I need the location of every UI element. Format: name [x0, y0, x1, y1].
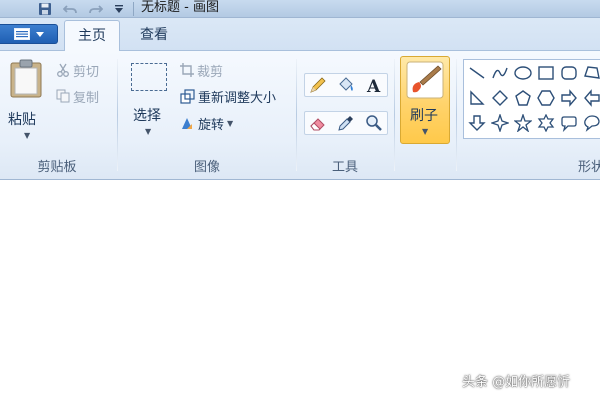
- window-title: 无标题 - 画图: [141, 0, 219, 15]
- left-arrow-shape[interactable]: [581, 87, 600, 109]
- chevron-down-icon: ▼: [145, 127, 152, 136]
- group-separator: [394, 59, 395, 171]
- select-button[interactable]: 选择 ▼: [128, 61, 168, 143]
- four-point-star-shape[interactable]: [489, 112, 511, 134]
- cut-label: 剪切: [73, 64, 100, 80]
- resize-label: 重新调整大小: [198, 90, 277, 106]
- rotate-label: 旋转: [198, 117, 225, 133]
- crop-button[interactable]: 裁剪: [180, 60, 223, 80]
- brushes-label: 刷子: [410, 108, 438, 124]
- hexagon-shape[interactable]: [535, 87, 557, 109]
- five-point-star-shape[interactable]: [512, 112, 534, 134]
- tab-view[interactable]: 查看: [124, 20, 184, 50]
- oval-shape[interactable]: [512, 62, 534, 84]
- paint-menu-icon: [13, 28, 30, 40]
- scissors-icon: [57, 63, 69, 77]
- clipboard-icon: [10, 59, 42, 98]
- app-menu-button[interactable]: [0, 24, 58, 44]
- save-icon[interactable]: [36, 0, 54, 17]
- pencil-icon[interactable]: [306, 73, 329, 96]
- polygon-shape[interactable]: [581, 62, 600, 84]
- shapes-gallery: [463, 59, 600, 139]
- clipboard-group-label: 剪贴板: [37, 160, 77, 175]
- pentagon-shape[interactable]: [512, 87, 534, 109]
- triangle-shape[interactable]: [466, 87, 488, 109]
- select-label: 选择: [133, 108, 161, 124]
- down-arrow-shape[interactable]: [466, 112, 488, 134]
- crop-label: 裁剪: [197, 64, 224, 80]
- eraser-icon[interactable]: [306, 111, 329, 134]
- drawing-canvas[interactable]: [0, 181, 600, 400]
- rounded-callout-shape[interactable]: [558, 112, 580, 134]
- rotate-button[interactable]: 旋转 ▼: [180, 113, 233, 133]
- oval-callout-shape[interactable]: [581, 112, 600, 134]
- magnifier-icon[interactable]: [362, 111, 385, 134]
- paint-window: 无标题 - 画图 主页 查看 粘贴 ▼ 剪切 复制 剪贴板 选择 ▼ 裁剪 重新…: [0, 0, 600, 400]
- rounded-rectangle-shape[interactable]: [558, 62, 580, 84]
- cut-button[interactable]: 剪切: [56, 60, 99, 80]
- rectangle-shape[interactable]: [535, 62, 557, 84]
- resize-icon: [180, 88, 195, 104]
- title-bar: 无标题 - 画图: [0, 0, 600, 18]
- chevron-down-icon: ▼: [227, 118, 234, 128]
- resize-button[interactable]: 重新调整大小: [180, 86, 276, 106]
- chevron-down-icon[interactable]: [113, 0, 125, 17]
- watermark: 头条 @如你所愿忻: [462, 375, 571, 390]
- shapes-group-label: 形状: [578, 160, 600, 175]
- group-separator: [296, 59, 297, 171]
- brushes-button[interactable]: 刷子 ▼: [400, 56, 450, 144]
- redo-icon[interactable]: [88, 0, 104, 17]
- fill-icon[interactable]: [334, 73, 357, 96]
- group-separator: [117, 59, 118, 171]
- ribbon: 粘贴 ▼ 剪切 复制 剪贴板 选择 ▼ 裁剪 重新调整大小 旋转 ▼ 图像 A …: [0, 50, 600, 180]
- tools-group-label: 工具: [331, 160, 358, 175]
- color-picker-icon[interactable]: [334, 111, 357, 134]
- curve-shape[interactable]: [489, 62, 511, 84]
- six-point-star-shape[interactable]: [535, 112, 557, 134]
- line-shape[interactable]: [466, 62, 488, 84]
- group-separator: [456, 59, 457, 171]
- rotate-icon: [182, 117, 192, 129]
- right-arrow-shape[interactable]: [558, 87, 580, 109]
- text-icon[interactable]: A: [362, 73, 385, 96]
- crop-icon: [180, 63, 194, 77]
- copy-button[interactable]: 复制: [56, 86, 99, 106]
- selection-icon: [131, 63, 167, 91]
- chevron-down-icon: ▼: [24, 131, 31, 140]
- chevron-down-icon: ▼: [422, 127, 429, 136]
- copy-label: 复制: [73, 90, 100, 106]
- image-group-label: 图像: [193, 160, 220, 175]
- brush-icon: [406, 61, 444, 99]
- tab-home[interactable]: 主页: [64, 20, 120, 51]
- undo-icon[interactable]: [62, 0, 78, 17]
- diamond-shape[interactable]: [489, 87, 511, 109]
- copy-icon: [56, 89, 70, 103]
- chevron-down-icon: [35, 31, 44, 37]
- title-separator: [133, 2, 134, 16]
- paste-label: 粘贴: [8, 112, 36, 128]
- paste-button[interactable]: 粘贴 ▼: [4, 57, 48, 143]
- svg-text:A: A: [366, 77, 381, 94]
